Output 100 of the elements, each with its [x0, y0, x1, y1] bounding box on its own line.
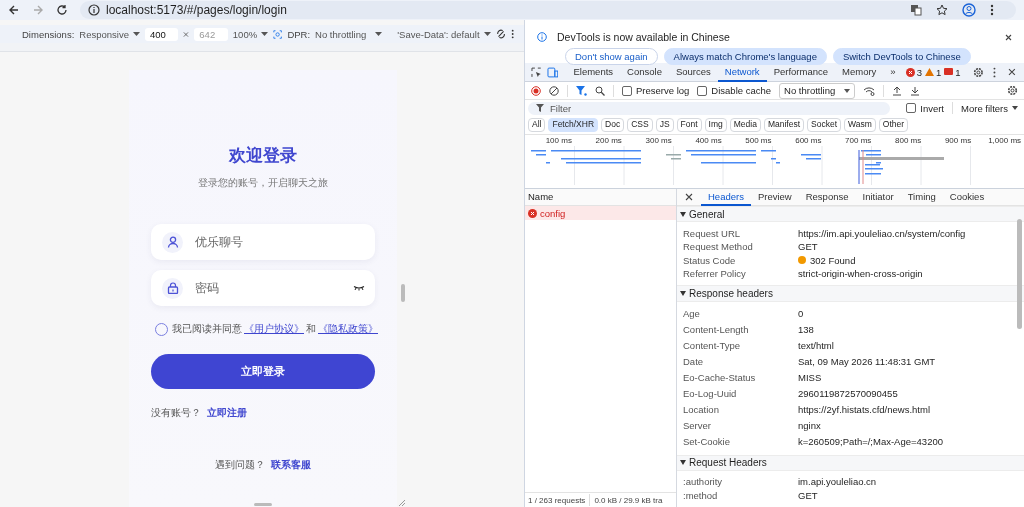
header-value: text/html: [798, 340, 834, 352]
type-filter-chip[interactable]: CSS: [627, 118, 653, 132]
contact-support-link[interactable]: 联系客服: [271, 458, 311, 472]
panel-tab[interactable]: Performance: [766, 62, 835, 82]
panel-tab[interactable]: Console: [620, 62, 669, 82]
resize-handle[interactable]: [401, 284, 405, 302]
header-value: MISS: [798, 372, 822, 384]
panel-tab[interactable]: Sources: [668, 62, 718, 82]
type-filter-chip[interactable]: All: [528, 118, 546, 132]
more-options-icon[interactable]: [510, 28, 514, 40]
info-icon[interactable]: [88, 4, 100, 16]
issue-count: 1: [955, 66, 961, 78]
type-filter-chip[interactable]: Fetch/XHR: [548, 118, 599, 132]
more-icon[interactable]: [993, 66, 997, 78]
header-name: Content-Length: [683, 324, 750, 336]
type-filter-chip[interactable]: Wasm: [844, 118, 876, 132]
back-icon[interactable]: [8, 4, 20, 16]
close-icon[interactable]: [1005, 34, 1012, 41]
lock-icon: [166, 282, 179, 294]
detail-tab[interactable]: Cookies: [942, 188, 992, 206]
timeline-tick: 800 ms: [894, 136, 923, 146]
device-preset-dropdown[interactable]: Responsive: [79, 28, 140, 40]
section-header[interactable]: General: [677, 206, 1024, 223]
search-icon[interactable]: [595, 85, 605, 96]
user-agreement-link[interactable]: 《用户协议》: [244, 322, 304, 336]
type-filter-chip[interactable]: Img: [704, 118, 727, 132]
request-row[interactable]: config: [525, 206, 676, 220]
timeline-tick: 100 ms: [544, 136, 573, 146]
width-input[interactable]: 400: [144, 27, 179, 41]
detail-tab[interactable]: Response: [798, 188, 856, 206]
eye-closed-icon[interactable]: [353, 285, 365, 291]
login-button[interactable]: 立即登录: [151, 354, 375, 389]
timeline-tick: 600 ms: [794, 136, 823, 146]
detail-tab[interactable]: Preview: [750, 188, 799, 206]
type-filter-chip[interactable]: Doc: [601, 118, 625, 132]
type-filter-chip[interactable]: Socket: [807, 118, 842, 132]
settings-icon[interactable]: [1007, 85, 1018, 96]
banner-button[interactable]: Don't show again: [565, 48, 658, 65]
register-link[interactable]: 立即注册: [207, 406, 247, 420]
more-tabs-button[interactable]: »: [883, 62, 903, 82]
throttling-dropdown[interactable]: No throttling: [779, 82, 855, 99]
header-value: https://im.api.youleliao.cn/system/config: [798, 227, 966, 239]
banner-button[interactable]: Switch DevTools to Chinese: [832, 48, 971, 65]
inspect-icon[interactable]: [531, 66, 542, 78]
header-value: 0: [798, 308, 804, 320]
profile-icon[interactable]: [962, 3, 976, 17]
panel-tab[interactable]: Network: [717, 62, 767, 82]
status-text: 0.0 kB / 29.9 kB tra: [594, 495, 663, 505]
type-filter-chip[interactable]: Other: [878, 118, 909, 132]
translate-icon[interactable]: [910, 4, 922, 16]
issue-icon: [944, 68, 954, 76]
type-filter-chip[interactable]: Font: [676, 118, 702, 132]
header-name: Server: [683, 420, 712, 432]
banner-button[interactable]: Always match Chrome's language: [663, 48, 827, 65]
zoom-dropdown[interactable]: 100%: [232, 28, 269, 40]
type-filter-chip[interactable]: Manifest: [763, 118, 805, 132]
settings-icon[interactable]: [972, 66, 984, 78]
record-icon[interactable]: [531, 85, 541, 96]
detail-tab[interactable]: Initiator: [855, 188, 901, 206]
bookmark-star-icon[interactable]: [936, 4, 948, 16]
invert-checkbox[interactable]: Invert: [906, 102, 944, 114]
close-icon[interactable]: [1008, 68, 1016, 76]
header-name: Content-Type: [683, 340, 742, 352]
account-field[interactable]: 优乐聊号: [151, 224, 375, 260]
section-header[interactable]: Request Headers: [677, 454, 1024, 471]
panel-tab[interactable]: Elements: [566, 62, 621, 82]
resize-corner-icon[interactable]: [398, 499, 406, 507]
filter-field[interactable]: Filter: [528, 101, 891, 115]
disable-cache-checkbox[interactable]: Disable cache: [697, 85, 771, 96]
header-name: Referrer Policy: [683, 268, 747, 280]
clear-icon[interactable]: [549, 85, 559, 96]
dpr-dropdown[interactable]: No throttling: [315, 28, 383, 40]
network-conditions-icon[interactable]: [863, 85, 875, 96]
save-data-dropdown[interactable]: 'Save-Data': default: [397, 28, 491, 40]
rotate-icon[interactable]: [495, 28, 506, 40]
detail-tab[interactable]: Timing: [900, 188, 943, 206]
more-filters-dropdown[interactable]: More filters: [961, 102, 1018, 114]
type-filter-chip[interactable]: JS: [655, 118, 674, 132]
section-header[interactable]: Response headers: [677, 285, 1024, 302]
privacy-policy-link[interactable]: 《隐私政策》: [318, 322, 378, 336]
device-toggle-icon[interactable]: [546, 66, 559, 78]
warning-icon: [924, 68, 934, 76]
bottom-resize-handle[interactable]: [254, 503, 272, 506]
close-icon[interactable]: [685, 193, 693, 201]
password-field[interactable]: 密码: [151, 270, 375, 306]
upload-icon[interactable]: [892, 85, 902, 96]
preserve-log-checkbox[interactable]: Preserve log: [622, 85, 690, 96]
header-name: :method: [683, 489, 719, 501]
filter-icon[interactable]: [576, 85, 587, 96]
menu-icon[interactable]: [990, 4, 994, 16]
download-icon[interactable]: [910, 85, 920, 96]
header-value: Sat, 09 May 2026 11:48:31 GMT: [798, 356, 936, 368]
caret-icon: [1012, 106, 1018, 110]
panel-tab[interactable]: Memory: [835, 62, 884, 82]
header-value: nginx: [798, 420, 821, 432]
type-filter-chip[interactable]: Media: [729, 118, 761, 132]
reload-icon[interactable]: [56, 4, 68, 16]
header-name: Location: [683, 404, 720, 416]
scrollbar[interactable]: [1017, 219, 1022, 329]
address-bar[interactable]: localhost:5173/#/pages/login/login: [80, 1, 1016, 19]
